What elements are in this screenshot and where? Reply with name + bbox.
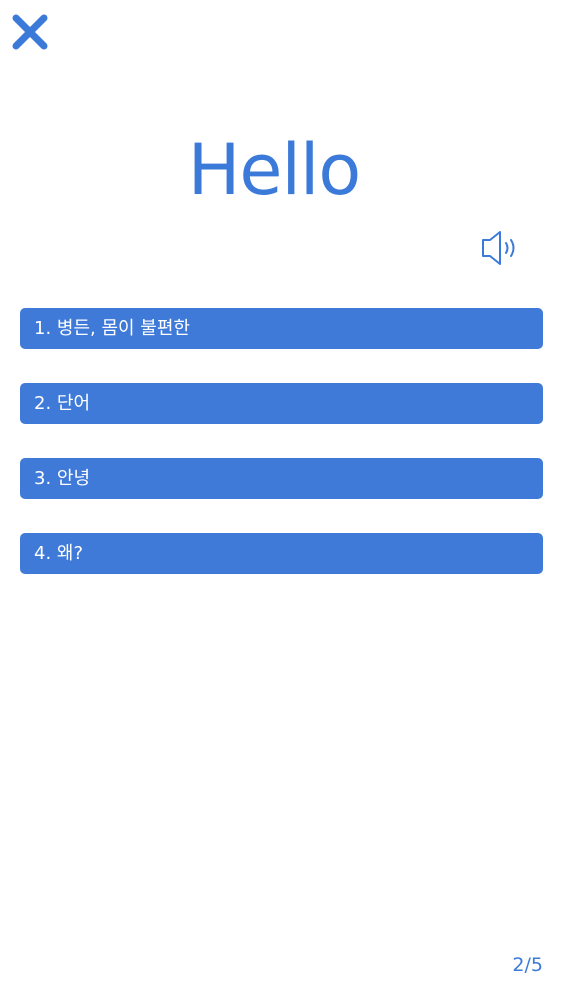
- answer-option-label: 3. 안녕: [34, 467, 91, 489]
- quiz-word: Hello: [187, 129, 361, 211]
- close-icon: [12, 14, 48, 50]
- answer-option-3[interactable]: 3. 안녕: [20, 458, 543, 499]
- answer-option-2[interactable]: 2. 단어: [20, 383, 543, 424]
- answer-option-label: 1. 병든, 몸이 불편한: [34, 317, 190, 339]
- answer-option-label: 2. 단어: [34, 392, 91, 414]
- answer-option-1[interactable]: 1. 병든, 몸이 불편한: [20, 308, 543, 349]
- answer-option-label: 4. 왜?: [34, 542, 84, 564]
- answer-options: 1. 병든, 몸이 불편한 2. 단어 3. 안녕 4. 왜?: [20, 308, 543, 608]
- progress-indicator: 2/5: [512, 954, 543, 976]
- speaker-icon: [482, 231, 515, 265]
- close-button[interactable]: [10, 12, 50, 52]
- answer-option-4[interactable]: 4. 왜?: [20, 533, 543, 574]
- speaker-button[interactable]: [478, 228, 528, 268]
